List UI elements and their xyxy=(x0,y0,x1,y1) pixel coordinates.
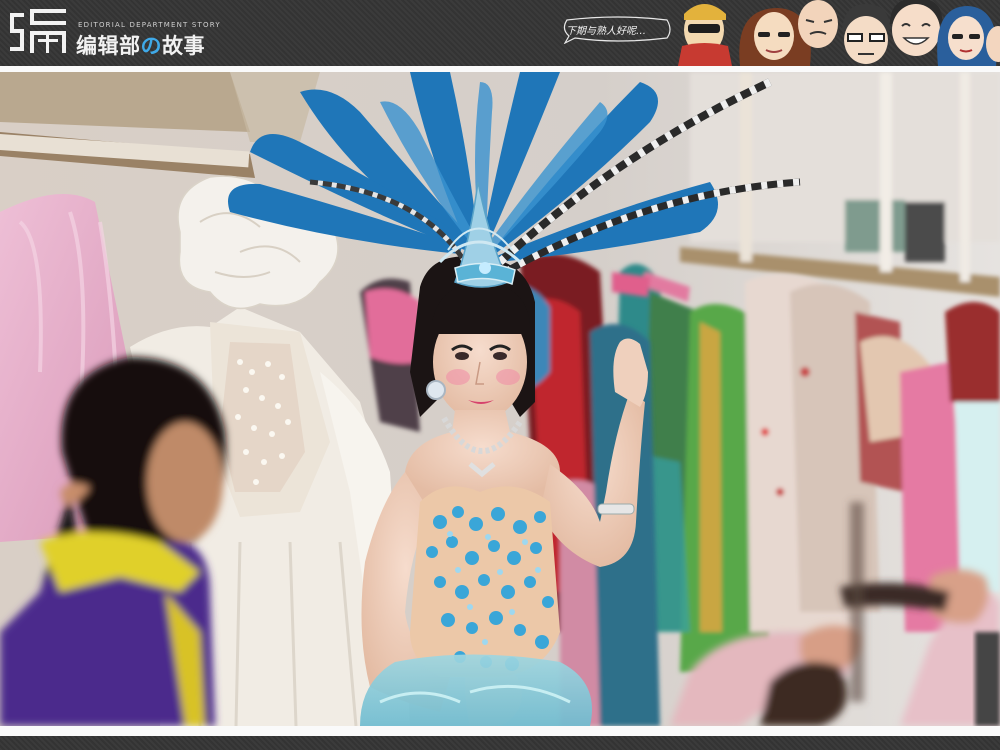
header-banner: EDITORIAL DEPARTMENT STORY 编辑部の故事 下期与熟人好… xyxy=(0,0,1000,66)
cartoon-staff-faces-icon xyxy=(678,0,1000,66)
speech-bubble-text: 下期与熟人好呢… xyxy=(566,26,646,37)
brand-title-part2: 故事 xyxy=(162,34,205,58)
photo-illustration xyxy=(0,72,1000,726)
footer-divider xyxy=(0,726,1000,736)
footer-bar xyxy=(0,736,1000,750)
logo-icon[interactable] xyxy=(8,5,70,59)
main-photo[interactable] xyxy=(0,72,1000,726)
brand-title-part1: 编辑部 xyxy=(76,34,141,58)
page: EDITORIAL DEPARTMENT STORY 编辑部の故事 下期与熟人好… xyxy=(0,0,1000,750)
brand-subtitle: EDITORIAL DEPARTMENT STORY xyxy=(78,21,221,29)
brand-title-connector: の xyxy=(140,34,162,58)
brand-title[interactable]: 编辑部の故事 xyxy=(76,30,205,60)
